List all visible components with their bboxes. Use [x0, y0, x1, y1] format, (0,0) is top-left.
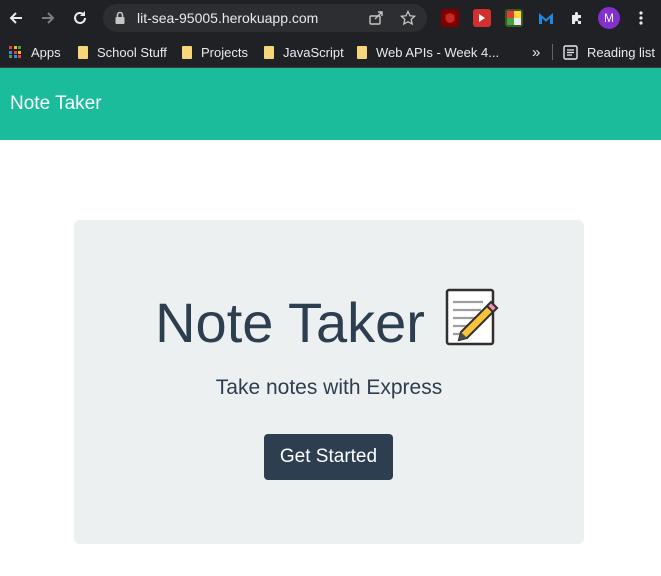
bookmark-school-stuff[interactable]: School Stuff: [78, 36, 167, 68]
bookmark-label: School Stuff: [97, 44, 167, 60]
hero-subtitle: Take notes with Express: [215, 376, 443, 399]
profile-avatar[interactable]: M: [598, 7, 620, 29]
folder-icon: [357, 45, 367, 59]
bookmark-label: Projects: [201, 44, 248, 60]
menu-dots-icon[interactable]: [632, 9, 650, 27]
hero-title: Note Taker: [74, 286, 584, 355]
arrow-left-icon: [9, 12, 22, 24]
bookmark-label: Web APIs - Week 4...: [376, 44, 500, 60]
reading-list-label: Reading list: [587, 44, 655, 60]
folder-icon: [182, 45, 192, 59]
bookmark-apps[interactable]: Apps: [9, 36, 61, 68]
app-navbar: Note Taker: [0, 68, 661, 140]
ublock-extension-icon[interactable]: [441, 9, 459, 27]
bookmark-label: JavaScript: [283, 44, 344, 60]
video-extension-icon[interactable]: [473, 9, 491, 27]
puzzle-icon[interactable]: [568, 9, 586, 27]
back-button[interactable]: [4, 6, 28, 30]
forward-button[interactable]: [36, 6, 60, 30]
reload-icon: [74, 11, 86, 24]
star-icon[interactable]: [399, 9, 417, 27]
bookmark-label: Apps: [31, 44, 61, 60]
lock-icon[interactable]: [111, 9, 129, 27]
bookmark-web-apis[interactable]: Web APIs - Week 4...: [357, 36, 499, 68]
folder-icon: [264, 45, 274, 59]
hero-title-text: Note Taker: [155, 291, 425, 354]
folder-icon: [78, 45, 88, 59]
reload-button[interactable]: [68, 6, 92, 30]
arrow-right-icon: [42, 12, 55, 24]
bookmarks-overflow-button[interactable]: »: [532, 36, 540, 68]
share-icon[interactable]: [367, 9, 385, 27]
hero-panel: Note Taker Take notes with Express Get S…: [74, 220, 584, 544]
bookmark-projects[interactable]: Projects: [182, 36, 248, 68]
address-bar[interactable]: lit-sea-95005.herokuapp.com: [103, 4, 427, 32]
reading-list-icon: [563, 44, 578, 60]
memo-icon: [445, 288, 499, 346]
malwarebytes-extension-icon[interactable]: [537, 9, 555, 27]
browser-toolbar: lit-sea-95005.herokuapp.com M: [0, 0, 661, 36]
url-text[interactable]: lit-sea-95005.herokuapp.com: [137, 10, 318, 26]
bookmark-javascript[interactable]: JavaScript: [264, 36, 344, 68]
apps-grid-icon: [9, 46, 21, 58]
reading-list-button[interactable]: Reading list: [563, 36, 655, 68]
get-started-button[interactable]: Get Started: [264, 434, 393, 480]
bookmarks-bar: Apps School Stuff Projects JavaScript We…: [0, 36, 661, 68]
navbar-brand[interactable]: Note Taker: [10, 93, 102, 115]
colorful-extension-icon[interactable]: [505, 9, 523, 27]
bookmarks-divider: [552, 44, 553, 60]
